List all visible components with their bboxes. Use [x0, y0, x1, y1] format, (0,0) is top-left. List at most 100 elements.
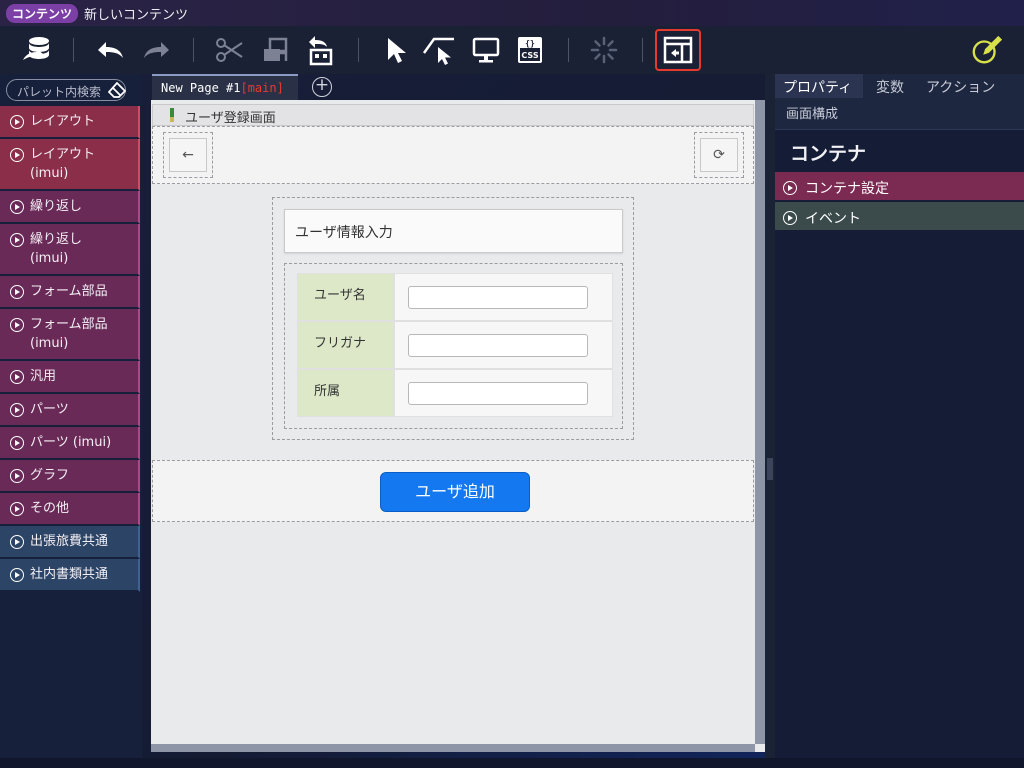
- section-label: イベント: [805, 211, 861, 227]
- form-table-container: ユーザ名 フリガナ 所属: [284, 263, 623, 429]
- toolbar-separator: [358, 38, 359, 62]
- tab-variables[interactable]: 変数: [868, 74, 918, 98]
- palette-item[interactable]: レイアウト (imui): [0, 139, 140, 191]
- back-button[interactable]: ←: [169, 138, 207, 172]
- pointer-icon[interactable]: [378, 33, 412, 67]
- app-badge: コンテンツ: [6, 3, 79, 23]
- page-header[interactable]: ユーザ登録画面: [152, 104, 754, 126]
- undo-icon[interactable]: [94, 33, 128, 67]
- reload-icon: ⟳: [713, 147, 725, 163]
- redo-icon[interactable]: [139, 33, 173, 67]
- palette-item-label: パーツ (imui): [30, 435, 112, 450]
- properties-panel: プロパティ 変数 アクション 画面構成 コンテナ コンテナ設定 イベント: [775, 74, 1024, 758]
- palette-item[interactable]: 社内書類共通: [0, 559, 140, 592]
- palette-item-label: グラフ: [30, 468, 70, 483]
- play-circle-icon: [10, 502, 24, 516]
- field-cell: [394, 273, 613, 321]
- toolbar-separator: [73, 38, 74, 62]
- container-settings-section[interactable]: コンテナ設定: [775, 172, 1024, 200]
- panel-toggle-icon[interactable]: [655, 29, 701, 71]
- status-bar: [0, 758, 1024, 768]
- palette-item-label: レイアウト: [30, 114, 96, 129]
- panel-title: ユーザ情報入力: [284, 209, 623, 253]
- play-circle-icon: [10, 535, 24, 549]
- page-title: ユーザ登録画面: [185, 111, 276, 126]
- reload-button-container: ⟳: [694, 132, 744, 178]
- toolbar-separator: [642, 38, 643, 62]
- toolbar-separator: [568, 38, 569, 62]
- play-circle-icon: [10, 115, 24, 129]
- css-braces: {}: [525, 39, 535, 48]
- spinner-icon[interactable]: [587, 33, 621, 67]
- select-area-icon[interactable]: [422, 33, 456, 67]
- play-circle-icon: [10, 568, 24, 582]
- splitter-grip-icon[interactable]: [767, 458, 773, 480]
- user-info-panel[interactable]: ユーザ情報入力 ユーザ名 フリガナ 所属: [272, 197, 634, 440]
- play-circle-icon: [10, 436, 24, 450]
- palette-item-label: 社内書類共通: [30, 567, 109, 582]
- palette-item[interactable]: フォーム部品 (imui): [0, 309, 140, 361]
- play-circle-icon: [10, 469, 24, 483]
- palette-item[interactable]: 繰り返し: [0, 191, 140, 224]
- event-section[interactable]: イベント: [775, 202, 1024, 230]
- screen-structure-tab[interactable]: 画面構成: [775, 98, 1024, 130]
- header-marker: [170, 117, 174, 122]
- properties-title: コンテナ: [790, 143, 867, 165]
- form-table: ユーザ名 フリガナ 所属: [297, 273, 613, 417]
- panel-splitter[interactable]: [765, 74, 775, 758]
- vertical-scrollbar[interactable]: [755, 100, 765, 744]
- copy-icon[interactable]: [258, 33, 292, 67]
- palette-item-label: 繰り返し: [30, 199, 83, 214]
- top-navigation[interactable]: ← ⟳: [152, 126, 754, 184]
- palette-item-label: フォーム部品: [30, 284, 108, 299]
- text-input[interactable]: [408, 285, 588, 309]
- tab-actions[interactable]: アクション: [918, 74, 1018, 98]
- eraser-icon[interactable]: [107, 81, 127, 102]
- palette-item-label: その他: [30, 501, 70, 516]
- palette-item[interactable]: グラフ: [0, 460, 140, 493]
- palette-item-label: 繰り返し (imui): [30, 232, 83, 266]
- text-input[interactable]: [408, 333, 588, 357]
- play-circle-icon: [10, 403, 24, 417]
- palette-item-label: パーツ: [30, 402, 69, 417]
- css-label: CSS: [521, 51, 538, 60]
- palette-item[interactable]: パーツ (imui): [0, 427, 140, 460]
- tab-label: New Page #1: [161, 81, 241, 95]
- toolbar: {} CSS: [0, 26, 1024, 74]
- scroll-corner: [755, 744, 765, 752]
- window-title: 新しいコンテンツ: [84, 7, 189, 23]
- page-tabs: New Page #1[main] +: [150, 74, 765, 100]
- palette-item-label: 出張旅費共通: [30, 534, 109, 549]
- tab-properties[interactable]: プロパティ: [775, 74, 863, 98]
- properties-tabs: プロパティ 変数 アクション: [775, 74, 1024, 98]
- text-input[interactable]: [408, 381, 588, 405]
- palette-item[interactable]: 汎用: [0, 361, 140, 394]
- reload-button[interactable]: ⟳: [700, 138, 738, 172]
- palette-item-label: 汎用: [30, 369, 57, 384]
- add-user-button[interactable]: ユーザ追加: [380, 472, 530, 512]
- database-export-icon[interactable]: [20, 33, 54, 67]
- horizontal-scrollbar[interactable]: [151, 744, 755, 752]
- palette-item[interactable]: その他: [0, 493, 140, 526]
- css-icon[interactable]: {} CSS: [513, 33, 547, 67]
- paste-icon[interactable]: [303, 33, 337, 67]
- play-circle-icon: [10, 233, 24, 247]
- preview-icon[interactable]: [469, 33, 503, 67]
- play-circle-icon: [783, 211, 797, 225]
- add-tab-button[interactable]: +: [312, 77, 332, 97]
- table-row: ユーザ名: [297, 273, 613, 321]
- field-cell: [394, 321, 613, 369]
- edit-icon[interactable]: [970, 33, 1004, 67]
- tab-new-page[interactable]: New Page #1[main]: [152, 74, 298, 100]
- palette-item[interactable]: フォーム部品: [0, 276, 140, 309]
- footer-area[interactable]: ユーザ追加: [152, 460, 754, 522]
- palette-item[interactable]: パーツ: [0, 394, 140, 427]
- cut-icon[interactable]: [212, 33, 246, 67]
- palette-item[interactable]: レイアウト: [0, 106, 140, 139]
- field-label: ユーザ名: [297, 273, 394, 321]
- field-label: フリガナ: [297, 321, 394, 369]
- field-cell: [394, 369, 613, 417]
- palette-item[interactable]: 繰り返し (imui): [0, 224, 140, 276]
- palette-item[interactable]: 出張旅費共通: [0, 526, 140, 559]
- table-row: フリガナ: [297, 321, 613, 369]
